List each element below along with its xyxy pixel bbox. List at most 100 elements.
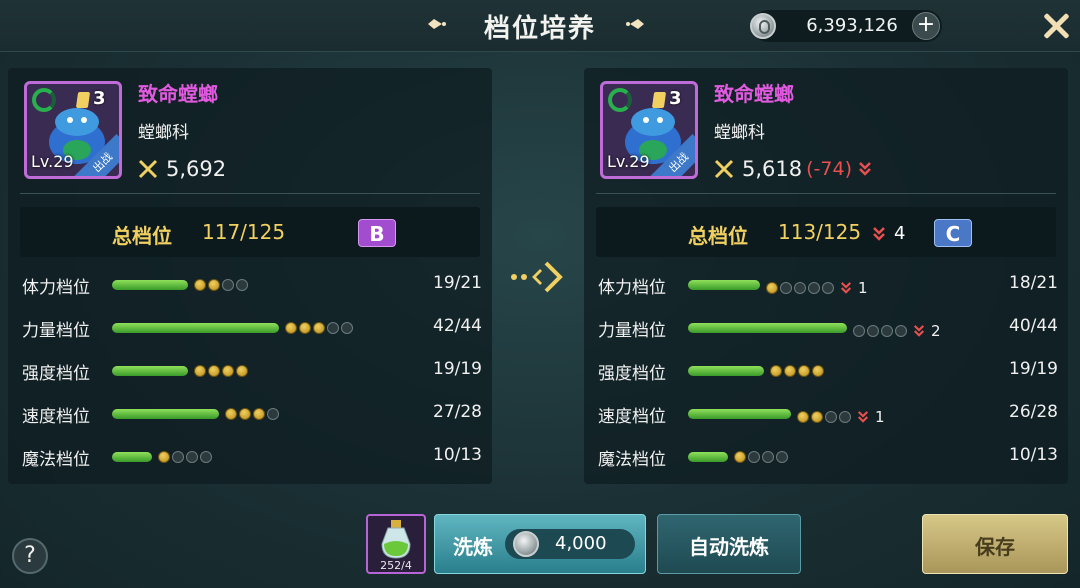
element-ring-icon	[32, 88, 56, 112]
stat-label: 力量档位	[22, 321, 90, 341]
stat-decrease: 1	[840, 279, 868, 297]
decrease-chevron-icon	[859, 162, 871, 176]
pet-portrait[interactable]: 3 Lv.29 出战	[600, 81, 698, 179]
stat-row: 速度档位 1 26/28	[598, 402, 1058, 427]
stat-row: 力量档位 42/44	[22, 316, 482, 341]
dot-empty	[762, 451, 774, 463]
stat-bar	[688, 409, 791, 419]
card-icon	[651, 92, 667, 108]
dot-empty	[236, 279, 248, 291]
dot-filled	[285, 322, 297, 334]
dot-filled	[239, 408, 251, 420]
stat-bar	[688, 323, 847, 333]
dot-empty	[267, 408, 279, 420]
stat-dots: 1	[766, 279, 868, 297]
dot-filled	[798, 365, 810, 377]
stat-value: 10/13	[1009, 445, 1058, 465]
decrease-chevron-icon	[873, 226, 885, 241]
divider	[596, 193, 1056, 194]
total-decrease-value: 4	[894, 223, 906, 244]
stat-value: 19/19	[1009, 359, 1058, 379]
save-button[interactable]: 保存	[922, 514, 1068, 574]
currency-display: 6,393,126 +	[750, 10, 942, 42]
stat-label: 体力档位	[22, 278, 90, 298]
save-label: 保存	[975, 535, 1015, 559]
decrease-chevron-icon	[840, 282, 852, 294]
stat-label: 魔法档位	[598, 450, 666, 470]
dot-filled	[194, 365, 206, 377]
stat-bar	[688, 452, 728, 462]
stat-row: 体力档位 1 18/21	[598, 273, 1058, 298]
stat-value: 27/28	[433, 402, 482, 422]
stat-label: 强度档位	[598, 364, 666, 384]
stat-row: 魔法档位 10/13	[598, 445, 1058, 470]
stat-bar	[112, 366, 188, 376]
refine-cost-value: 4,000	[555, 533, 607, 554]
dot-empty	[172, 451, 184, 463]
pet-name: 致命螳螂	[714, 82, 794, 106]
auto-refine-button[interactable]: 自动洗炼	[657, 514, 801, 574]
stat-value: 10/13	[433, 445, 482, 465]
refine-button[interactable]: 洗炼 4,000	[434, 514, 646, 574]
dot-filled	[784, 365, 796, 377]
refine-label: 洗炼	[453, 535, 493, 559]
stat-value: 26/28	[1009, 402, 1058, 422]
help-button[interactable]: ?	[12, 538, 48, 574]
power-value: 5,692	[166, 157, 227, 181]
decrease-chevron-icon	[857, 411, 869, 423]
total-value: 113/125	[778, 220, 862, 244]
stat-dots	[194, 279, 250, 291]
dot-empty	[881, 325, 893, 337]
pet-family: 螳螂科	[714, 123, 765, 143]
stat-label: 强度档位	[22, 364, 90, 384]
dot-empty	[222, 279, 234, 291]
dot-filled	[313, 322, 325, 334]
close-icon[interactable]	[1040, 10, 1072, 42]
stat-bar	[112, 323, 279, 333]
divider	[20, 193, 480, 194]
dot-empty	[822, 282, 834, 294]
power-row: 5,692	[138, 156, 226, 182]
dot-filled	[766, 282, 778, 294]
stat-bar	[112, 409, 219, 419]
stat-bar	[688, 280, 760, 290]
auto-refine-label: 自动洗炼	[689, 535, 769, 559]
dot-empty	[867, 325, 879, 337]
stat-dots	[158, 451, 214, 463]
total-value: 117/125	[202, 220, 286, 244]
potion-item-slot[interactable]: 252/4	[366, 514, 426, 574]
dot-filled	[797, 411, 809, 423]
stat-label: 速度档位	[598, 407, 666, 427]
pet-portrait[interactable]: 3 Lv.29 出战	[24, 81, 122, 179]
potion-count: 252/4	[380, 559, 412, 572]
stat-row: 力量档位 2 40/44	[598, 316, 1058, 341]
total-grade-box: 总档位 113/125 4 C	[596, 207, 1056, 257]
stat-row: 魔法档位 10/13	[22, 445, 482, 470]
stat-decrease-value: 1	[875, 408, 885, 426]
stat-dots: 2	[853, 322, 941, 340]
stat-value: 19/19	[433, 359, 482, 379]
dot-empty	[853, 325, 865, 337]
pet-name: 致命螳螂	[138, 82, 218, 106]
dot-filled	[811, 411, 823, 423]
dot-empty	[794, 282, 806, 294]
dot-empty	[200, 451, 212, 463]
page-title: 档位培养	[483, 14, 596, 44]
arrow-right-icon	[511, 261, 563, 293]
stat-dots	[734, 451, 790, 463]
dot-filled	[208, 365, 220, 377]
stat-label: 魔法档位	[22, 450, 90, 470]
power-value: 5,618	[742, 157, 803, 181]
stat-dots	[770, 365, 826, 377]
coin-icon	[750, 13, 776, 39]
grade-badge: B	[358, 219, 396, 247]
dot-filled	[222, 365, 234, 377]
dot-filled	[299, 322, 311, 334]
dot-filled	[734, 451, 746, 463]
stat-dots	[194, 365, 250, 377]
star-count: 3	[93, 88, 106, 109]
dot-empty	[780, 282, 792, 294]
stat-dots	[285, 322, 355, 334]
add-currency-button[interactable]: +	[912, 12, 940, 40]
preview-panel: 3 Lv.29 出战 致命螳螂 螳螂科 5,618 (-74) 总档位 113/…	[584, 68, 1068, 484]
